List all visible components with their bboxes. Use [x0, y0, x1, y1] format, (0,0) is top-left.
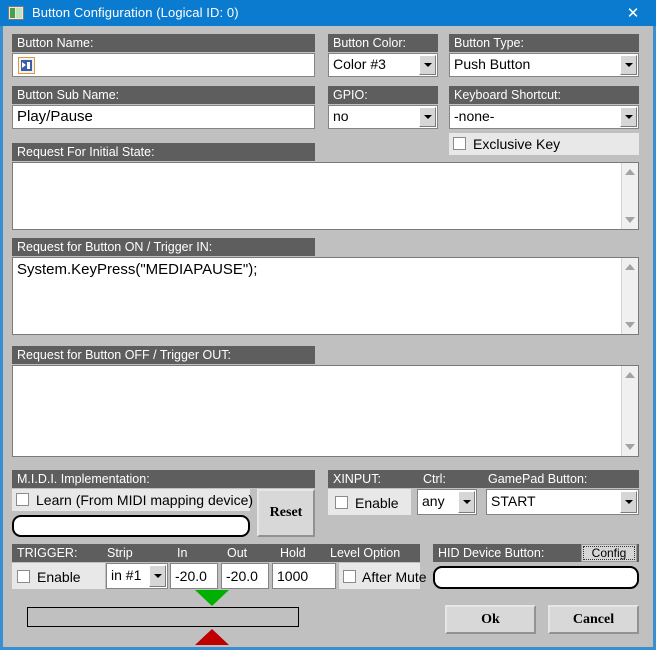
scroll-down-icon[interactable]	[625, 444, 635, 450]
xinput-enable-label: Enable	[355, 495, 399, 511]
chevron-down-icon[interactable]	[458, 491, 475, 513]
title-bar: Button Configuration (Logical ID: 0) ✕	[0, 0, 656, 26]
trigger-header: TRIGGER:	[17, 546, 78, 560]
xinput-header: XINPUT:	[333, 472, 381, 486]
initial-state-header: Request For Initial State:	[12, 143, 315, 161]
trigger-enable-label: Enable	[37, 569, 81, 585]
button-color-value: Color #3	[333, 56, 386, 72]
initial-state-textarea[interactable]	[12, 162, 639, 230]
xinput-ctrl-header: Ctrl:	[423, 472, 446, 486]
button-sub-name-header: Button Sub Name:	[12, 86, 315, 104]
trigger-hold-input[interactable]: 1000	[272, 563, 336, 589]
exclusive-key-checkbox[interactable]	[453, 137, 466, 150]
trigger-level-option-header: Level Option	[330, 546, 401, 560]
keyboard-shortcut-header: Keyboard Shortcut:	[449, 86, 639, 104]
chevron-down-icon[interactable]	[620, 491, 637, 513]
keyboard-shortcut-select[interactable]: -none-	[449, 105, 639, 129]
button-name-header: Button Name:	[12, 34, 315, 52]
chevron-down-icon[interactable]	[149, 565, 166, 587]
trigger-strip-header: Strip	[107, 546, 133, 560]
xinput-ctrl-select[interactable]: any	[417, 489, 477, 515]
scroll-up-icon[interactable]	[625, 264, 635, 270]
xinput-enable-checkbox[interactable]	[335, 496, 348, 509]
scroll-down-icon[interactable]	[625, 322, 635, 328]
gpio-value: no	[333, 108, 349, 124]
trigger-in-header: In	[177, 546, 188, 560]
gpio-header: GPIO:	[328, 86, 438, 104]
button-configuration-dialog: Button Configuration (Logical ID: 0) ✕ B…	[0, 0, 656, 650]
trigger-after-mute-checkbox[interactable]	[343, 570, 356, 583]
close-icon[interactable]: ✕	[610, 0, 656, 26]
scroll-up-icon[interactable]	[625, 169, 635, 175]
hid-config-button[interactable]: Config	[581, 544, 637, 562]
button-on-value: System.KeyPress("MEDIAPAUSE");	[17, 261, 258, 278]
trigger-in-marker-icon[interactable]	[195, 590, 229, 606]
chevron-down-icon[interactable]	[419, 107, 436, 127]
window-title: Button Configuration (Logical ID: 0)	[32, 5, 239, 20]
xinput-gamepad-header: GamePad Button:	[488, 472, 588, 486]
button-type-value: Push Button	[454, 56, 531, 72]
button-name-input[interactable]	[12, 53, 315, 77]
cancel-button[interactable]: Cancel	[548, 605, 639, 634]
trigger-out-header: Out	[227, 546, 248, 560]
button-off-textarea[interactable]	[12, 365, 639, 457]
button-off-header: Request for Button OFF / Trigger OUT:	[12, 346, 315, 364]
button-on-textarea[interactable]: System.KeyPress("MEDIAPAUSE");	[12, 257, 639, 335]
button-on-header: Request for Button ON / Trigger IN:	[12, 238, 315, 256]
chevron-down-icon[interactable]	[620, 55, 637, 75]
button-off-scrollbar[interactable]	[621, 366, 638, 456]
ok-button[interactable]: Ok	[445, 605, 536, 634]
initial-state-scrollbar[interactable]	[621, 163, 638, 229]
midi-learn-label: Learn (From MIDI mapping device)	[36, 492, 254, 508]
trigger-strip-value: in #1	[111, 567, 142, 583]
trigger-enable-checkbox[interactable]	[17, 570, 30, 583]
trigger-out-input[interactable]: -20.0	[221, 563, 269, 589]
hid-device-button-input[interactable]	[433, 566, 639, 589]
midi-header: M.I.D.I. Implementation:	[12, 470, 315, 488]
trigger-strip-select[interactable]: in #1	[106, 563, 168, 589]
button-on-scrollbar[interactable]	[621, 258, 638, 334]
trigger-hold-header: Hold	[280, 546, 306, 560]
trigger-in-input[interactable]: -20.0	[170, 563, 218, 589]
midi-reset-button[interactable]: Reset	[257, 489, 315, 537]
button-color-select[interactable]: Color #3	[328, 53, 438, 77]
xinput-gamepad-select[interactable]: START	[486, 489, 639, 515]
button-type-header: Button Type:	[449, 34, 639, 52]
button-type-select[interactable]: Push Button	[449, 53, 639, 77]
chevron-down-icon[interactable]	[620, 107, 637, 127]
xinput-gamepad-value: START	[491, 493, 536, 509]
scroll-down-icon[interactable]	[625, 217, 635, 223]
dialog-client-area: Button Name: Button Color: Color #3 Butt…	[0, 26, 656, 650]
gpio-select[interactable]: no	[328, 105, 438, 129]
trigger-out-marker-icon[interactable]	[195, 629, 229, 645]
midi-learn-checkbox[interactable]	[16, 493, 29, 506]
media-play-pause-icon	[18, 57, 35, 74]
xinput-ctrl-value: any	[422, 493, 445, 509]
trigger-after-mute-label: After Mute	[362, 569, 427, 585]
exclusive-key-label: Exclusive Key	[473, 136, 561, 152]
keyboard-shortcut-value: -none-	[454, 108, 495, 124]
trigger-headers: TRIGGER: Strip In Out Hold Level Option	[12, 544, 420, 562]
chevron-down-icon[interactable]	[419, 55, 436, 75]
midi-mapping-input[interactable]	[12, 515, 250, 537]
scroll-up-icon[interactable]	[625, 372, 635, 378]
window-icon	[8, 6, 24, 20]
button-color-header: Button Color:	[328, 34, 438, 52]
xinput-headers: XINPUT: Ctrl: GamePad Button:	[328, 470, 639, 488]
trigger-level-meter	[27, 607, 299, 627]
button-sub-name-input[interactable]: Play/Pause	[12, 105, 315, 129]
